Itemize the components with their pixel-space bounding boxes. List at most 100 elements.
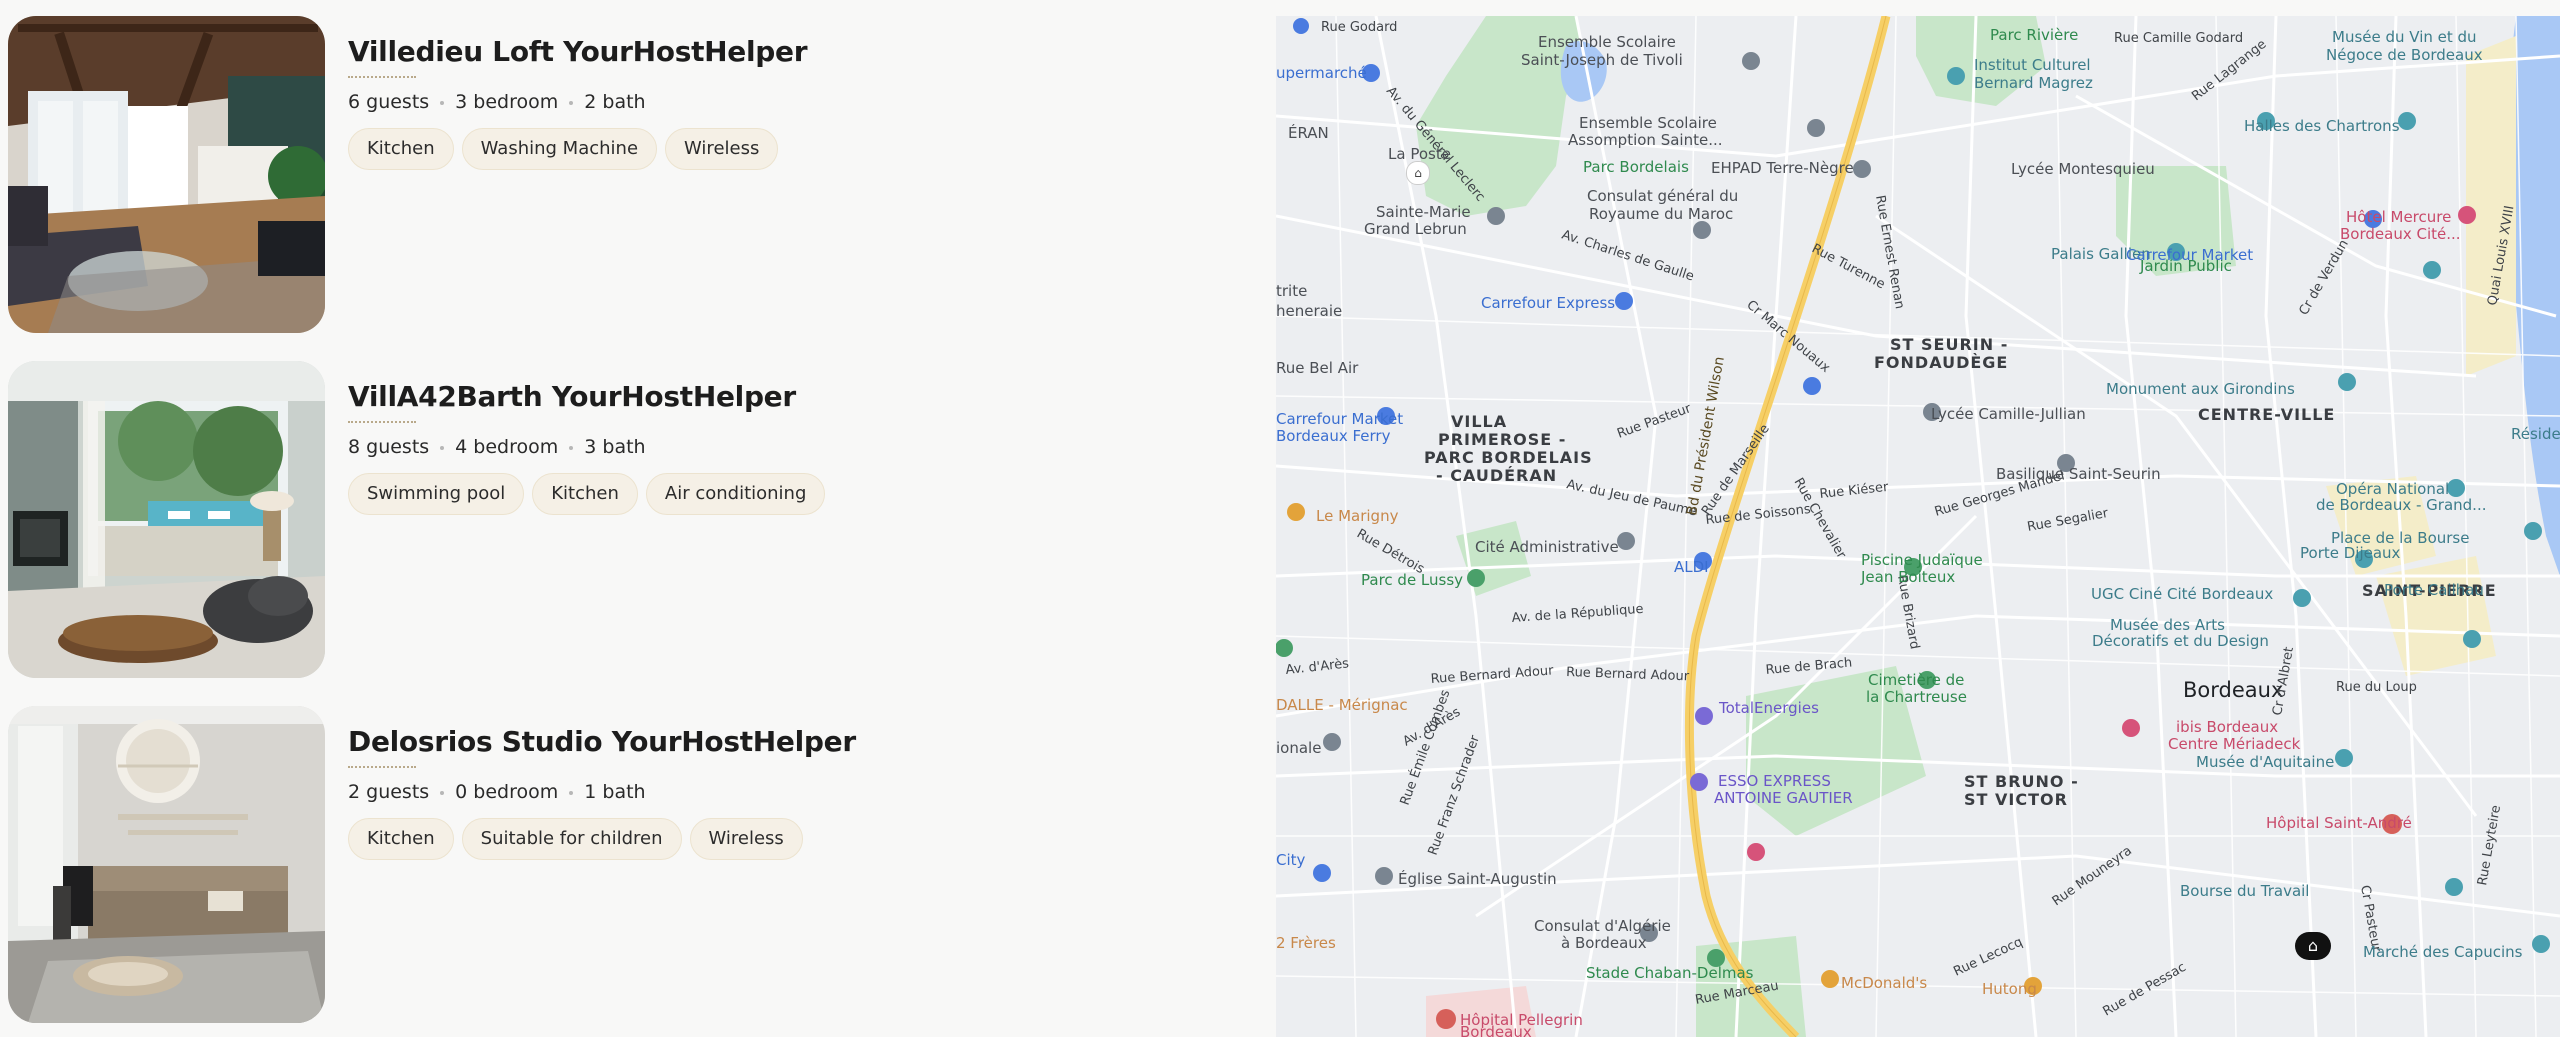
poi-label: ibis Bordeaux bbox=[2176, 718, 2278, 736]
poi-label: Lycée Camille-Jullian bbox=[1931, 405, 2086, 423]
poi-label: Rue Bel Air bbox=[1276, 359, 1359, 377]
listing-home-marker[interactable]: ⌂ bbox=[1406, 161, 1430, 185]
bath-count: 1 bath bbox=[584, 781, 646, 803]
loft-interior-image bbox=[8, 16, 325, 333]
poi-label: DALLE - Mérignac bbox=[1276, 696, 1408, 714]
poi-label: Saint-Joseph de Tivoli bbox=[1521, 51, 1683, 69]
poi-label: Consulat général du bbox=[1587, 187, 1738, 205]
poi-label: upermarché bbox=[1276, 64, 1367, 82]
street-label: Rue du Loup bbox=[2336, 680, 2417, 695]
listing-title[interactable]: Delosrios Studio YourHostHelper bbox=[348, 724, 1228, 760]
amenity-tag: Washing Machine bbox=[461, 128, 658, 170]
poi-label: TotalEnergies bbox=[1718, 699, 1819, 717]
poi-label: UGC Ciné Cité Bordeaux bbox=[2091, 585, 2273, 603]
street-label: Rue Godard bbox=[1321, 20, 1397, 35]
poi-label: ionale bbox=[1276, 739, 1321, 757]
poi-label: de Bordeaux - Grand... bbox=[2316, 496, 2486, 514]
poi-label: Bordeaux bbox=[1460, 1023, 1532, 1037]
poi-label: Cimetière de bbox=[1868, 671, 1964, 689]
listing-meta: 2 guests 0 bedroom 1 bath bbox=[348, 778, 1228, 806]
amenity-tag: Kitchen bbox=[532, 473, 638, 515]
poi-label: Bordeaux Ferry bbox=[1276, 427, 1391, 445]
bath-count: 3 bath bbox=[584, 436, 646, 458]
separator-dot bbox=[569, 790, 574, 795]
poi-label: Carrefour Market bbox=[1276, 410, 1403, 428]
poi-label: Église Saint-Augustin bbox=[1398, 869, 1557, 888]
poi-label: à Bordeaux bbox=[1561, 934, 1647, 952]
district-label: FONDAUDÈGE bbox=[1874, 353, 2008, 372]
poi-label: Parc de Lussy bbox=[1361, 571, 1463, 589]
poi-label: Porte Cailhau bbox=[2384, 581, 2484, 599]
poi-label: Le Marigny bbox=[1316, 507, 1399, 525]
poi-label: ÉRAN bbox=[1288, 123, 1329, 142]
poi-label: Parc Rivière bbox=[1990, 26, 2078, 44]
listing-meta: 6 guests 3 bedroom 2 bath bbox=[348, 88, 1228, 116]
listing-title[interactable]: VillA42Barth YourHostHelper bbox=[348, 379, 1228, 415]
poi-label: Ensemble Scolaire bbox=[1538, 33, 1676, 51]
listing-meta: 8 guests 4 bedroom 3 bath bbox=[348, 433, 1228, 461]
poi-label: ESSO EXPRESS bbox=[1718, 772, 1831, 790]
poi-label: Halles des Chartrons bbox=[2244, 117, 2400, 135]
studio-interior-image bbox=[8, 706, 325, 1023]
poi-label: Jean Boiteux bbox=[1860, 568, 1955, 586]
poi-label: Ensemble Scolaire bbox=[1579, 114, 1717, 132]
amenity-tag: Kitchen bbox=[348, 818, 454, 860]
poi-label: Consulat d'Algérie bbox=[1534, 917, 1671, 935]
bedroom-count: 0 bedroom bbox=[455, 781, 559, 803]
amenity-tag: Wireless bbox=[665, 128, 779, 170]
separator-dot bbox=[440, 100, 445, 105]
amenity-tag: Kitchen bbox=[348, 128, 454, 170]
poi-label: la Chartreuse bbox=[1866, 688, 1967, 706]
listing-home-marker[interactable]: ⌂ bbox=[2295, 932, 2331, 960]
amenity-tag: Air conditioning bbox=[645, 473, 826, 515]
title-underline bbox=[348, 421, 416, 423]
poi-label: Grand Lebrun bbox=[1364, 220, 1467, 238]
poi-label: Piscine Judaïque bbox=[1861, 551, 1983, 569]
district-label: VILLA bbox=[1451, 412, 1507, 431]
poi-label: Décoratifs et du Design bbox=[2092, 632, 2269, 650]
poi-label: Hôpital Saint-André bbox=[2266, 814, 2412, 832]
poi-label: ALDI bbox=[1674, 558, 1709, 576]
poi-label: Stade Chaban-Delmas bbox=[1586, 964, 1754, 982]
city-label: Bordeaux bbox=[2183, 678, 2283, 702]
listing-info: VillA42Barth YourHostHelper 8 guests 4 be… bbox=[348, 379, 1228, 515]
poi-label: Porte Dijeaux bbox=[2300, 544, 2401, 562]
listing-card[interactable]: VillA42Barth YourHostHelper 8 guests 4 be… bbox=[8, 361, 1238, 679]
listing-photo[interactable] bbox=[8, 706, 325, 1023]
page: Villedieu Loft YourHostHelper 6 guests 3 … bbox=[0, 0, 2560, 1037]
amenity-tags: Kitchen Washing Machine Wireless bbox=[348, 128, 1228, 170]
poi-label: Parc Bordelais bbox=[1583, 158, 1689, 176]
district-label: PRIMEROSE - bbox=[1438, 430, 1566, 449]
poi-label: City bbox=[1276, 851, 1306, 869]
listing-title[interactable]: Villedieu Loft YourHostHelper bbox=[348, 34, 1228, 70]
district-label: CENTRE-VILLE bbox=[2198, 405, 2335, 424]
listing-photo[interactable] bbox=[8, 361, 325, 678]
listing-info: Villedieu Loft YourHostHelper 6 guests 3 … bbox=[348, 34, 1228, 170]
listing-photo[interactable] bbox=[8, 16, 325, 333]
poi-label: Sainte-Marie bbox=[1376, 203, 1471, 221]
map-canvas[interactable]: ST SEURIN - FONDAUDÈGE CENTRE-VILLE VILL… bbox=[1276, 16, 2560, 1037]
poi-label: heneraie bbox=[1276, 302, 1342, 320]
villa-interior-image bbox=[8, 361, 325, 678]
poi-label: Marché des Capucins bbox=[2363, 943, 2523, 961]
district-label: ST SEURIN - bbox=[1890, 335, 2008, 354]
poi-label: Monument aux Girondins bbox=[2106, 380, 2295, 398]
poi-label: Carrefour Express bbox=[1481, 294, 1615, 312]
amenity-tags: Kitchen Suitable for children Wireless bbox=[348, 818, 1228, 860]
poi-label: Bernard Magrez bbox=[1974, 74, 2093, 92]
guest-count: 2 guests bbox=[348, 781, 430, 803]
poi-label: Assomption Sainte... bbox=[1568, 131, 1723, 149]
district-label: ST VICTOR bbox=[1964, 790, 2068, 809]
bedroom-count: 3 bedroom bbox=[455, 91, 559, 113]
amenity-tag: Suitable for children bbox=[461, 818, 682, 860]
poi-label: Résidence bbox=[2511, 425, 2560, 443]
district-label: - CAUDÉRAN bbox=[1436, 466, 1557, 485]
poi-label: Royaume du Maroc bbox=[1589, 205, 1733, 223]
map-view[interactable]: ST SEURIN - FONDAUDÈGE CENTRE-VILLE VILL… bbox=[1276, 16, 2560, 1037]
separator-dot bbox=[440, 790, 445, 795]
listing-card[interactable]: Delosrios Studio YourHostHelper 2 guests… bbox=[8, 706, 1238, 1024]
separator-dot bbox=[440, 445, 445, 450]
listing-card[interactable]: Villedieu Loft YourHostHelper 6 guests 3 … bbox=[8, 16, 1238, 334]
poi-label: Institut Culturel bbox=[1974, 56, 2091, 74]
poi-label: trite bbox=[1276, 282, 1307, 300]
